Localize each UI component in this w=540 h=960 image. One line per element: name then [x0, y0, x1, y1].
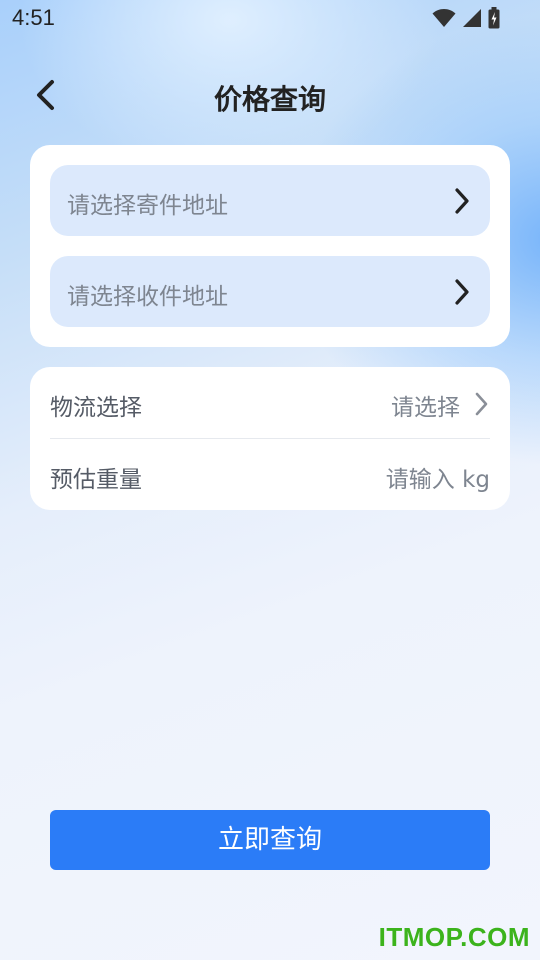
header: 价格查询	[0, 62, 540, 128]
watermark: ITMOP.COM	[378, 922, 530, 952]
wifi-icon	[432, 9, 456, 27]
sender-address-field[interactable]: 请选择寄件地址	[50, 165, 490, 236]
status-icons	[432, 7, 500, 29]
logistics-select-row[interactable]: 物流选择 请选择	[50, 367, 490, 438]
battery-charging-icon	[488, 7, 500, 29]
sender-address-placeholder: 请选择寄件地址	[67, 193, 228, 219]
weight-input[interactable]: 请输入 kg	[386, 460, 490, 494]
receiver-address-placeholder: 请选择收件地址	[67, 284, 228, 310]
address-card: 请选择寄件地址 请选择收件地址	[30, 145, 510, 347]
chevron-right-icon	[455, 188, 469, 214]
weight-input-row[interactable]: 预估重量 请输入 kg	[50, 439, 490, 510]
cellular-signal-icon	[463, 9, 481, 27]
status-bar: 4:51	[0, 0, 540, 38]
logistics-label: 物流选择	[50, 395, 142, 421]
receiver-address-field[interactable]: 请选择收件地址	[50, 256, 490, 327]
query-button[interactable]: 立即查询	[50, 810, 490, 870]
weight-label: 预估重量	[50, 467, 142, 493]
page-title: 价格查询	[213, 83, 326, 116]
status-time: 4:51	[12, 5, 55, 30]
chevron-right-icon	[475, 392, 488, 416]
options-card: 物流选择 请选择 预估重量 请输入 kg	[30, 367, 510, 510]
logistics-value: 请选择	[391, 395, 460, 421]
chevron-right-icon	[455, 279, 469, 305]
